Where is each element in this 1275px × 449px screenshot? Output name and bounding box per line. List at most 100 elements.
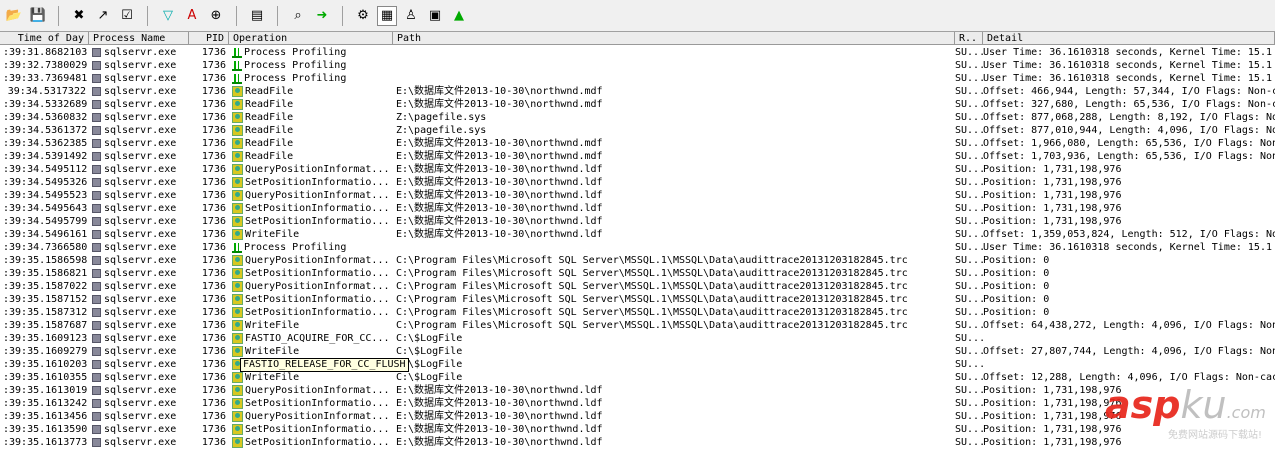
event-row[interactable]: :39:34.5361372 sqlservr.exe 1736 ReadFile Z:… <box>0 124 1275 137</box>
event-row[interactable]: :39:34.5391492 sqlservr.exe 1736 ReadFile E:… <box>0 150 1275 163</box>
col-operation[interactable]: Operation <box>229 32 393 44</box>
capture-icon[interactable]: ✖ <box>69 6 89 26</box>
registry-icon[interactable]: ⚙ <box>353 6 373 26</box>
clear-icon[interactable]: ☑ <box>117 6 137 26</box>
save-icon[interactable]: 💾 <box>28 6 48 26</box>
open-icon[interactable]: 📂 <box>4 6 24 26</box>
operation: Process Profiling <box>244 60 347 71</box>
result: SU... <box>955 372 983 383</box>
event-row[interactable]: :39:35.1613456 sqlservr.exe 1736 QueryPosit… <box>0 410 1275 423</box>
event-row[interactable]: :39:34.5495799 sqlservr.exe 1736 SetPositio… <box>0 215 1275 228</box>
col-detail[interactable]: Detail <box>983 32 1275 44</box>
filesystem-event-icon <box>232 138 243 149</box>
event-row[interactable]: :39:34.5495523 sqlservr.exe 1736 QueryPosit… <box>0 189 1275 202</box>
event-row[interactable]: :39:35.1587687 sqlservr.exe 1736 WriteFile C… <box>0 319 1275 332</box>
path: C:\$LogFile <box>396 333 463 344</box>
detail <box>983 332 1275 345</box>
process-name: sqlservr.exe <box>104 372 177 383</box>
event-row[interactable]: :39:34.5495326 sqlservr.exe 1736 SetPositio… <box>0 176 1275 189</box>
event-row[interactable]: :39:32.7380029 sqlservr.exe 1736 Process Pr… <box>0 59 1275 72</box>
process-cell: sqlservr.exe <box>89 72 189 85</box>
process-cell: sqlservr.exe <box>89 319 189 332</box>
operation: SetPositionInformatio... <box>245 268 390 279</box>
event-row[interactable]: :39:35.1610355 sqlservr.exe 1736 WriteFile C… <box>0 371 1275 384</box>
time-of-day: :39:34.5495643 <box>3 203 88 214</box>
column-header: Time of Day Process Name PID Operation P… <box>0 32 1275 45</box>
col-path[interactable]: Path <box>393 32 955 44</box>
event-row[interactable]: :39:34.7366580 sqlservr.exe 1736 Process Pr… <box>0 241 1275 254</box>
event-row[interactable]: :39:31.8682103 sqlservr.exe 1736 Process Pr… <box>0 46 1275 59</box>
pid: 1736 <box>201 190 226 201</box>
event-row[interactable]: :39:34.5496161 sqlservr.exe 1736 WriteFile E… <box>0 228 1275 241</box>
path: E:\数据库文件2013-10-30\northwnd.ldf <box>396 190 603 201</box>
event-row[interactable]: :39:35.1586598 sqlservr.exe 1736 QueryPosit… <box>0 254 1275 267</box>
profiling-icon[interactable]: ▲ <box>449 6 469 26</box>
event-row[interactable]: :39:34.5332689 sqlservr.exe 1736 ReadFile E:… <box>0 98 1275 111</box>
filesystem-event-icon <box>232 268 243 279</box>
filter-icon[interactable]: ▽ <box>158 6 178 26</box>
process-name: sqlservr.exe <box>104 164 177 175</box>
target-icon[interactable]: ⊕ <box>206 6 226 26</box>
process-cell: sqlservr.exe <box>89 124 189 137</box>
event-row[interactable]: :39:35.1586821 sqlservr.exe 1736 SetPositio… <box>0 267 1275 280</box>
process-cell: sqlservr.exe <box>89 202 189 215</box>
operation: QueryPositionInformat... <box>245 385 390 396</box>
process-icon <box>92 412 101 421</box>
path: C:\Program Files\Microsoft SQL Server\MS… <box>396 268 908 279</box>
event-row[interactable]: :39:35.1587022 sqlservr.exe 1736 QueryPosit… <box>0 280 1275 293</box>
event-row[interactable]: :39:35.1613242 sqlservr.exe 1736 SetPositio… <box>0 397 1275 410</box>
path: E:\数据库文件2013-10-30\northwnd.mdf <box>396 99 603 110</box>
operation-cell: FASTIO_ACQUIRE_FOR_CC... <box>229 332 393 345</box>
event-row[interactable]: 39:34.5317322 sqlservr.exe 1736 ReadFile E:\… <box>0 85 1275 98</box>
process-name: sqlservr.exe <box>104 242 177 253</box>
toolbar-separator <box>342 5 343 26</box>
pid: 1736 <box>201 125 226 136</box>
result: SU... <box>955 73 983 84</box>
event-row[interactable]: :39:35.1587152 sqlservr.exe 1736 SetPositio… <box>0 293 1275 306</box>
filesystem-event-icon <box>232 255 243 266</box>
result: SU... <box>955 99 983 110</box>
event-row[interactable]: :39:35.1610203 sqlservr.exe 1736 FASTIO_REL… <box>0 358 1275 371</box>
highlight-icon[interactable]: A <box>182 6 202 26</box>
pid: 1736 <box>201 99 226 110</box>
filesystem-icon[interactable]: ▦ <box>377 5 397 26</box>
properties-icon[interactable]: ▤ <box>247 6 267 26</box>
event-row[interactable]: :39:34.5360832 sqlservr.exe 1736 ReadFile Z:… <box>0 111 1275 124</box>
event-row[interactable]: :39:34.5495112 sqlservr.exe 1736 QueryPosit… <box>0 163 1275 176</box>
col-result[interactable]: R.. <box>955 32 983 44</box>
filesystem-event-icon <box>232 99 243 110</box>
find-icon[interactable]: ⌕ <box>288 6 308 26</box>
process-name: sqlservr.exe <box>104 437 177 448</box>
event-row[interactable]: :39:35.1587312 sqlservr.exe 1736 SetPositio… <box>0 306 1275 319</box>
path: C:\$LogFile <box>396 346 463 357</box>
result: SU... <box>955 424 983 435</box>
process-icon[interactable]: ▣ <box>425 6 445 26</box>
event-row[interactable]: :39:33.7369481 sqlservr.exe 1736 Process Pr… <box>0 72 1275 85</box>
event-row[interactable]: :39:34.5362385 sqlservr.exe 1736 ReadFile E:… <box>0 137 1275 150</box>
pid: 1736 <box>201 385 226 396</box>
detail: Offset: 1,966,080, Length: 65,536, I/O F… <box>983 138 1275 149</box>
detail: User Time: 36.1610318 seconds, Kernel Ti… <box>983 60 1272 71</box>
event-row[interactable]: :39:35.1613773 sqlservr.exe 1736 SetPositio… <box>0 436 1275 449</box>
network-icon[interactable]: ♙ <box>401 6 421 26</box>
operation: WriteFile <box>245 346 300 357</box>
col-process-name[interactable]: Process Name <box>89 32 189 44</box>
event-row[interactable]: :39:35.1609279 sqlservr.exe 1736 WriteFile C… <box>0 345 1275 358</box>
process-icon <box>92 100 101 109</box>
event-row[interactable]: :39:34.5495643 sqlservr.exe 1736 SetPositio… <box>0 202 1275 215</box>
jump-icon[interactable]: ➜ <box>312 6 332 26</box>
result: SU... <box>955 320 983 331</box>
event-row[interactable]: :39:35.1613019 sqlservr.exe 1736 QueryPosit… <box>0 384 1275 397</box>
pid: 1736 <box>201 333 226 344</box>
col-pid[interactable]: PID <box>189 32 229 44</box>
path <box>393 72 955 85</box>
detail: Offset: 1,703,936, Length: 65,536, I/O F… <box>983 151 1275 162</box>
operation: SetPositionInformatio... <box>245 424 390 435</box>
event-row[interactable]: :39:35.1609123 sqlservr.exe 1736 FASTIO_ACQ… <box>0 332 1275 345</box>
col-time-of-day[interactable]: Time of Day <box>0 32 89 44</box>
autoscroll-icon[interactable]: ↗ <box>93 6 113 26</box>
detail: Offset: 1,359,053,824, Length: 512, I/O … <box>983 229 1275 240</box>
process-cell: sqlservr.exe <box>89 189 189 202</box>
time-of-day: :39:34.5362385 <box>3 138 88 149</box>
event-row[interactable]: :39:35.1613590 sqlservr.exe 1736 SetPositio… <box>0 423 1275 436</box>
